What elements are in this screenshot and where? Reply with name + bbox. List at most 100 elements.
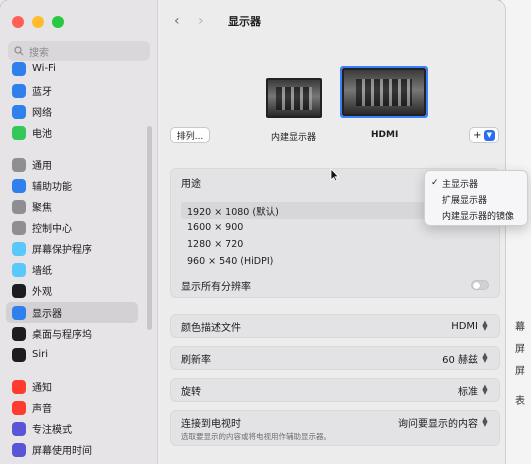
sidebar-item[interactable]: 辅助功能 <box>6 175 138 196</box>
siri-icon <box>12 347 26 362</box>
plus-icon: + <box>473 129 482 141</box>
usage-label: 用途 <box>181 178 201 190</box>
sidebar-item-label: 专注模式 <box>32 425 72 436</box>
refresh-rate-card: 刷新率 60 赫兹 ▲ ▼ <box>170 346 500 370</box>
selected-display-outline <box>340 66 428 118</box>
gear-icon <box>12 157 26 172</box>
sidebar-item-label: 屏幕保护程序 <box>32 245 92 256</box>
back-button[interactable]: ‹ <box>174 13 198 29</box>
hdmi-display-label: HDMI <box>371 130 399 140</box>
arrange-button[interactable]: 排列... <box>170 127 210 143</box>
forward-button[interactable]: › <box>198 13 222 29</box>
sidebar-item[interactable]: 显示器 <box>6 302 138 323</box>
sound-icon <box>12 400 26 415</box>
sidebar-item[interactable]: Siri <box>6 344 138 365</box>
sidebar-item-label: 控制中心 <box>32 224 72 235</box>
sidebar-item[interactable]: 屏幕保护程序 <box>6 238 138 259</box>
builtin-display-thumbnail[interactable] <box>266 78 322 118</box>
sidebar-item-label: 桌面与程序坞 <box>32 330 92 341</box>
rotation-card: 旋转 标准 ▲ ▼ <box>170 378 500 402</box>
focus-icon <box>12 421 26 436</box>
sidebar-item-label: 外观 <box>32 287 52 298</box>
sidebar-item[interactable]: 聚焦 <box>6 196 138 217</box>
spotlight-icon <box>12 199 26 214</box>
screen-time-icon <box>12 442 26 457</box>
close-button[interactable] <box>12 16 24 28</box>
updown-icon: ▲ ▼ <box>482 319 488 332</box>
rotation-row[interactable]: 旋转 标准 ▲ ▼ <box>171 379 499 401</box>
sidebar-item-label: 网络 <box>32 108 52 119</box>
wallpaper-icon <box>12 262 26 277</box>
bg-text: 表 <box>515 396 525 407</box>
battery-icon <box>12 125 26 140</box>
show-all-resolutions-row: 显示所有分辨率 <box>171 274 499 296</box>
sidebar-item[interactable]: 桌面与程序坞 <box>6 323 138 344</box>
chevron-down-icon: ▼ <box>483 129 495 141</box>
display-usage-menu: ✓ 主显示器 扩展显示器 内建显示器的镜像 <box>424 170 528 226</box>
sidebar-item-label: 墙纸 <box>32 266 52 277</box>
rotation-value: 标准 <box>458 386 478 398</box>
sidebar-item-label: 蓝牙 <box>32 87 52 98</box>
zoom-button[interactable] <box>52 16 64 28</box>
menu-item-extended-display[interactable]: 扩展显示器 <box>425 191 527 207</box>
sidebar-item[interactable]: 网络 <box>6 101 138 122</box>
color-profile-card: 颜色描述文件 HDMI ▲ ▼ <box>170 314 500 338</box>
sidebar-item[interactable]: 蓝牙 <box>6 80 138 101</box>
sidebar-item[interactable]: 声音 <box>6 397 138 418</box>
sidebar-item-label: 屏幕使用时间 <box>32 446 92 457</box>
search-icon <box>14 46 24 56</box>
sidebar-item-label: 聚焦 <box>32 203 52 214</box>
dock-icon <box>12 326 26 341</box>
sidebar-item-label: 通知 <box>32 383 52 394</box>
accessibility-icon <box>12 178 26 193</box>
updown-icon: ▲ ▼ <box>482 383 488 396</box>
sidebar-item[interactable]: 通用 <box>6 154 138 175</box>
sidebar-item-label: 电池 <box>32 129 52 140</box>
resolution-option[interactable]: 1280 × 720 <box>181 236 491 253</box>
bluetooth-icon <box>12 83 26 98</box>
sidebar-item[interactable]: Wi-Fi <box>6 58 138 79</box>
resolution-option[interactable]: 960 × 540 (HiDPI) <box>181 253 491 270</box>
tv-value: 询问要显示的内容 <box>398 418 478 430</box>
display-arrangement: 内建显示器 HDMI <box>158 60 505 150</box>
sidebar-scrollbar[interactable] <box>147 126 152 330</box>
sidebar-item[interactable]: 控制中心 <box>6 217 138 238</box>
sidebar-item[interactable]: 墙纸 <box>6 259 138 280</box>
tv-row[interactable]: 连接到电视时 询问要显示的内容 ▲ ▼ <box>171 413 499 431</box>
sidebar-item[interactable]: 外观 <box>6 280 138 301</box>
updown-icon: ▲ ▼ <box>482 351 488 364</box>
control-center-icon <box>12 220 26 235</box>
show-all-resolutions-label: 显示所有分辨率 <box>181 281 251 293</box>
show-all-resolutions-toggle[interactable] <box>471 280 489 290</box>
sidebar-item[interactable]: 屏幕使用时间 <box>6 439 138 460</box>
menu-item-main-display[interactable]: ✓ 主显示器 <box>425 175 527 191</box>
search-placeholder: 搜索 <box>29 47 49 59</box>
wifi-icon <box>12 61 26 76</box>
network-icon <box>12 104 26 119</box>
sidebar: 搜索 Wi-Fi 蓝牙网络电池通用 辅助功能聚焦控制中心屏幕保护程序 墙纸外观显示器桌… <box>0 0 158 464</box>
builtin-display-label: 内建显示器 <box>271 133 317 143</box>
updown-icon: ▲ ▼ <box>482 415 488 428</box>
menu-item-mirror-builtin[interactable]: 内建显示器的镜像 <box>425 207 527 223</box>
display-icon <box>12 305 26 320</box>
color-profile-row[interactable]: 颜色描述文件 HDMI ▲ ▼ <box>171 315 499 337</box>
screensaver-icon <box>12 241 26 256</box>
refresh-rate-value: 60 赫兹 <box>442 354 478 366</box>
sidebar-item-label: 显示器 <box>32 309 62 320</box>
refresh-rate-row[interactable]: 刷新率 60 赫兹 ▲ ▼ <box>171 347 499 369</box>
minimize-button[interactable] <box>32 16 44 28</box>
sidebar-item[interactable]: 专注模式 <box>6 418 138 439</box>
notifications-icon <box>12 379 26 394</box>
main-pane: ‹ › 显示器 内建显示器 HDMI 排列... + ▼ 用途 1920 × 1… <box>158 0 505 464</box>
sidebar-item[interactable]: 通知 <box>6 376 138 397</box>
add-display-button[interactable]: + ▼ <box>469 127 499 143</box>
menu-item-label: 内建显示器的镜像 <box>442 211 515 222</box>
tv-description: 选取要显示的内容或将电视用作辅助显示器。 <box>181 432 331 441</box>
window-controls <box>12 16 64 28</box>
refresh-rate-label: 刷新率 <box>181 354 211 366</box>
sidebar-item[interactable]: 电池 <box>6 122 138 143</box>
sidebar-item-label: Wi-Fi <box>32 63 56 74</box>
menu-item-label: 扩展显示器 <box>442 195 488 206</box>
sidebar-item-label: 声音 <box>32 404 52 415</box>
appearance-icon <box>12 283 26 298</box>
